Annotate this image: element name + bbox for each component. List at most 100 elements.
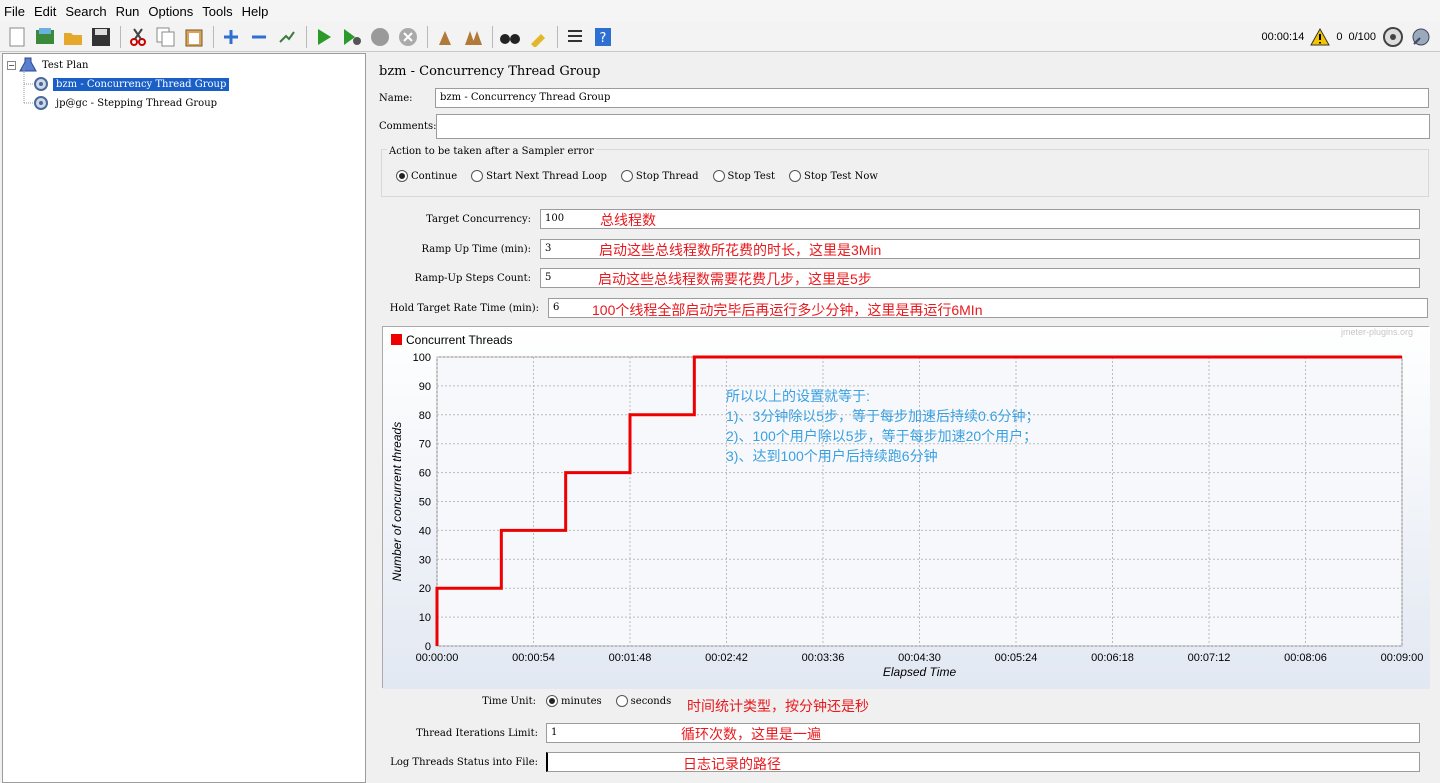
radio-label: Stop Test <box>727 170 775 182</box>
radio-indicator <box>396 170 408 182</box>
run-status: 00:00:14 0 0/100 <box>1262 26 1432 48</box>
x-tick-label: 00:08:06 <box>1284 652 1327 664</box>
toolbar-separator <box>492 25 493 48</box>
menu-tools[interactable]: Tools <box>202 4 232 19</box>
target-concurrency-label: Target Concurrency: <box>426 213 531 225</box>
radio-label: Stop Test Now <box>803 170 878 182</box>
stop-icon[interactable] <box>367 24 392 50</box>
remote-status-icon <box>1383 27 1403 47</box>
menu-search[interactable]: Search <box>65 4 106 19</box>
ramp-up-time-label: Ramp Up Time (min): <box>421 243 531 255</box>
radio-indicator <box>546 695 558 707</box>
expand-icon[interactable] <box>218 24 243 50</box>
tree-item-stepping-thread-group[interactable]: jp@gc - Stepping Thread Group <box>33 94 220 112</box>
target-concurrency-field[interactable]: 100 <box>540 209 1420 229</box>
y-tick-label: 10 <box>419 612 431 624</box>
menu-bar: File Edit Search Run Options Tools Help <box>0 0 1440 22</box>
toolbar-separator <box>120 25 121 48</box>
search-icon[interactable] <box>497 24 522 50</box>
x-tick-label: 00:03:36 <box>802 652 845 664</box>
cut-icon[interactable] <box>125 24 150 50</box>
log-file-label: Log Threads Status into File: <box>390 756 538 768</box>
target-concurrency-note: 总线程数 <box>600 212 656 228</box>
elapsed-time: 00:00:14 <box>1261 31 1305 43</box>
name-label: Name: <box>379 92 413 104</box>
radio-start-next-loop[interactable]: Start Next Thread Loop <box>471 170 607 182</box>
thread-group-config-panel: bzm - Concurrency Thread Group Name: bzm… <box>370 53 1440 783</box>
y-tick-label: 50 <box>419 497 431 509</box>
toolbar-separator <box>557 25 558 48</box>
chart-note-line: 2)、100个用户除以5步，等于每步加速20个用户； <box>726 428 1038 444</box>
comments-field[interactable] <box>436 114 1430 139</box>
ramp-up-time-note: 启动这些总线程数所花费的时长，这里是3Min <box>599 242 882 258</box>
radio-label: Continue <box>411 170 458 182</box>
y-tick-label: 90 <box>419 381 431 393</box>
tree-connector-lines <box>23 66 33 104</box>
radio-indicator <box>712 170 725 182</box>
paste-icon[interactable] <box>181 24 206 50</box>
reset-search-icon[interactable] <box>525 24 550 50</box>
help-icon[interactable]: ? <box>590 24 615 50</box>
copy-icon[interactable] <box>153 24 178 50</box>
hold-time-note: 100个线程全部启动完毕后再运行多少分钟，这里是再运行6MIn <box>592 302 983 318</box>
log-file-field[interactable] <box>546 752 1420 772</box>
x-tick-label: 00:00:00 <box>416 652 459 664</box>
x-tick-label: 00:01:48 <box>609 652 652 664</box>
test-plan-tree: − Test Plan bzm - Concurrency Thread Gro… <box>2 53 366 783</box>
warning-count: 0 <box>1336 31 1343 43</box>
toolbar: ? <box>0 22 1440 52</box>
iterations-limit-field[interactable]: 1 <box>546 723 1420 743</box>
clear-all-icon[interactable] <box>460 24 485 50</box>
radio-indicator <box>620 170 633 182</box>
start-icon[interactable] <box>311 24 336 50</box>
menu-edit[interactable]: Edit <box>34 4 56 19</box>
toolbar-separator <box>213 25 214 48</box>
concurrency-chart: 0 10 20 30 40 50 60 70 80 90 100 00:00:00 00:00:54 00… <box>382 326 1430 689</box>
tree-item-bzm-concurrency[interactable]: bzm - Concurrency Thread Group <box>33 75 230 93</box>
menu-help[interactable]: Help <box>242 4 269 19</box>
x-tick-label: 00:05:24 <box>995 652 1038 664</box>
plugins-icon[interactable] <box>1410 26 1432 48</box>
clear-icon[interactable] <box>432 24 457 50</box>
legend-swatch <box>391 334 402 345</box>
radio-stop-test-now[interactable]: Stop Test Now <box>788 170 878 182</box>
chart-explanation: 所以以上的设置就等于: 1)、3分钟除以5步，等于每步加速后持续0.6分钟； 2… <box>726 386 1039 466</box>
x-tick-label: 00:02:42 <box>705 652 748 664</box>
chart-watermark: jmeter-plugins.org <box>1340 327 1413 337</box>
hold-time-label: Hold Target Rate Time (min): <box>389 302 539 314</box>
radio-seconds[interactable]: seconds <box>615 695 672 707</box>
x-tick-label: 00:06:18 <box>1091 652 1134 664</box>
radio-continue[interactable]: Continue <box>396 170 457 182</box>
name-field[interactable]: bzm - Concurrency Thread Group <box>435 88 1429 108</box>
radio-label: Stop Thread <box>635 170 699 182</box>
function-helper-icon[interactable] <box>562 24 587 50</box>
start-no-pauses-icon[interactable] <box>339 24 364 50</box>
x-tick-label: 00:00:54 <box>512 652 555 664</box>
templates-icon[interactable] <box>32 24 57 50</box>
menu-run[interactable]: Run <box>116 4 140 19</box>
new-icon[interactable] <box>4 24 29 50</box>
warning-icon[interactable] <box>1310 28 1331 46</box>
shutdown-icon[interactable] <box>395 24 420 50</box>
sampler-error-group: Action to be taken after a Sampler error… <box>381 146 1429 197</box>
radio-label: seconds <box>630 695 672 707</box>
open-icon[interactable] <box>60 24 85 50</box>
svg-text:?: ? <box>599 31 606 46</box>
y-tick-label: 60 <box>419 468 431 480</box>
menu-file[interactable]: File <box>4 4 25 19</box>
concurrency-chart-svg: 010203040506070809010000:00:00 00:00:54 00… <box>383 327 1430 689</box>
radio-indicator <box>615 695 628 707</box>
panel-title: bzm - Concurrency Thread Group <box>379 64 601 79</box>
legend-label: Concurrent Threads <box>406 333 513 347</box>
sampler-error-legend: Action to be taken after a Sampler error <box>387 146 596 157</box>
menu-options[interactable]: Options <box>148 4 193 19</box>
radio-minutes[interactable]: minutes <box>546 695 602 707</box>
collapse-icon[interactable] <box>246 24 271 50</box>
radio-stop-test[interactable]: Stop Test <box>712 170 775 182</box>
ramp-up-steps-label: Ramp-Up Steps Count: <box>414 272 531 284</box>
toggle-icon[interactable] <box>274 24 299 50</box>
radio-stop-thread[interactable]: Stop Thread <box>620 170 699 182</box>
save-icon[interactable] <box>88 24 113 50</box>
tree-label: jp@gc - Stepping Thread Group <box>56 97 218 109</box>
ramp-up-steps-note: 启动这些总线程数需要花费几步，这里是5步 <box>598 271 872 287</box>
